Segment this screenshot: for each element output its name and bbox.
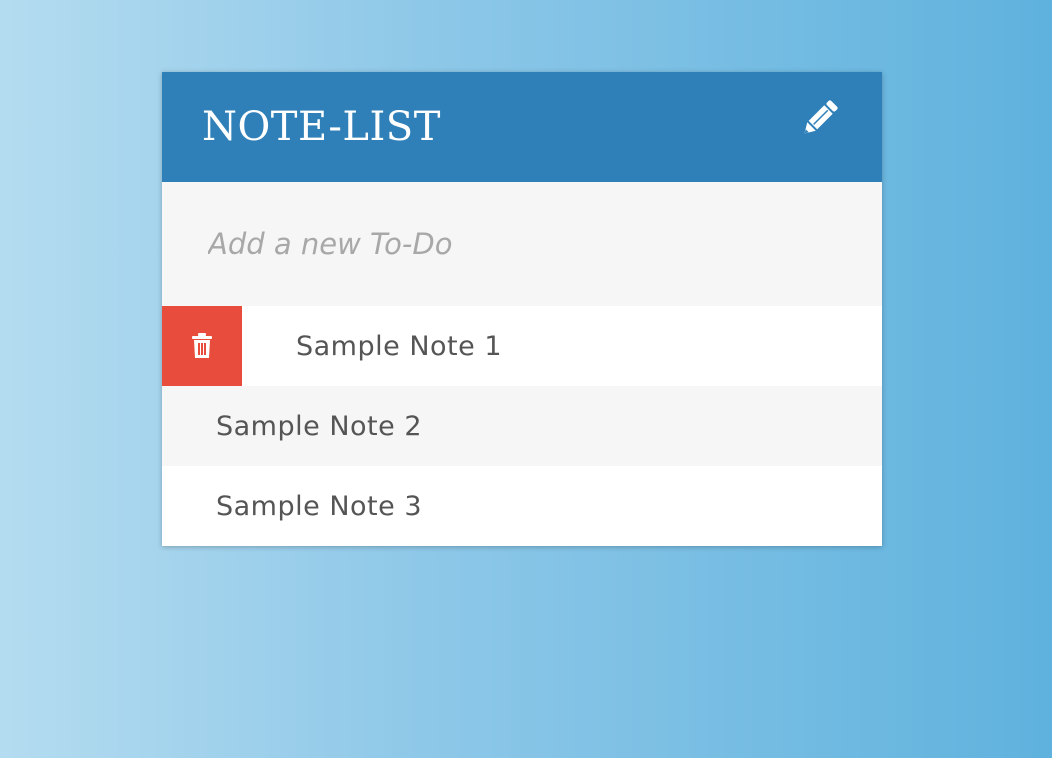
note-label: Sample Note 1 xyxy=(296,330,502,362)
page-title: NOTE-LIST xyxy=(202,104,441,150)
delete-button[interactable] xyxy=(162,306,242,386)
new-todo-row xyxy=(162,182,882,306)
note-list-card: NOTE-LIST Add a new To-Do Sample Note 1 … xyxy=(162,72,882,546)
header: NOTE-LIST xyxy=(162,72,882,182)
new-todo-input[interactable] xyxy=(162,182,882,306)
list-item[interactable]: Sample Note 3 xyxy=(162,466,882,546)
list-item[interactable]: Sample Note 1 xyxy=(162,306,882,386)
pencil-icon[interactable] xyxy=(798,96,842,140)
list-item[interactable]: Sample Note 2 xyxy=(162,386,882,466)
trash-icon xyxy=(192,333,212,358)
note-label: Sample Note 3 xyxy=(216,490,422,522)
note-label: Sample Note 2 xyxy=(216,410,422,442)
